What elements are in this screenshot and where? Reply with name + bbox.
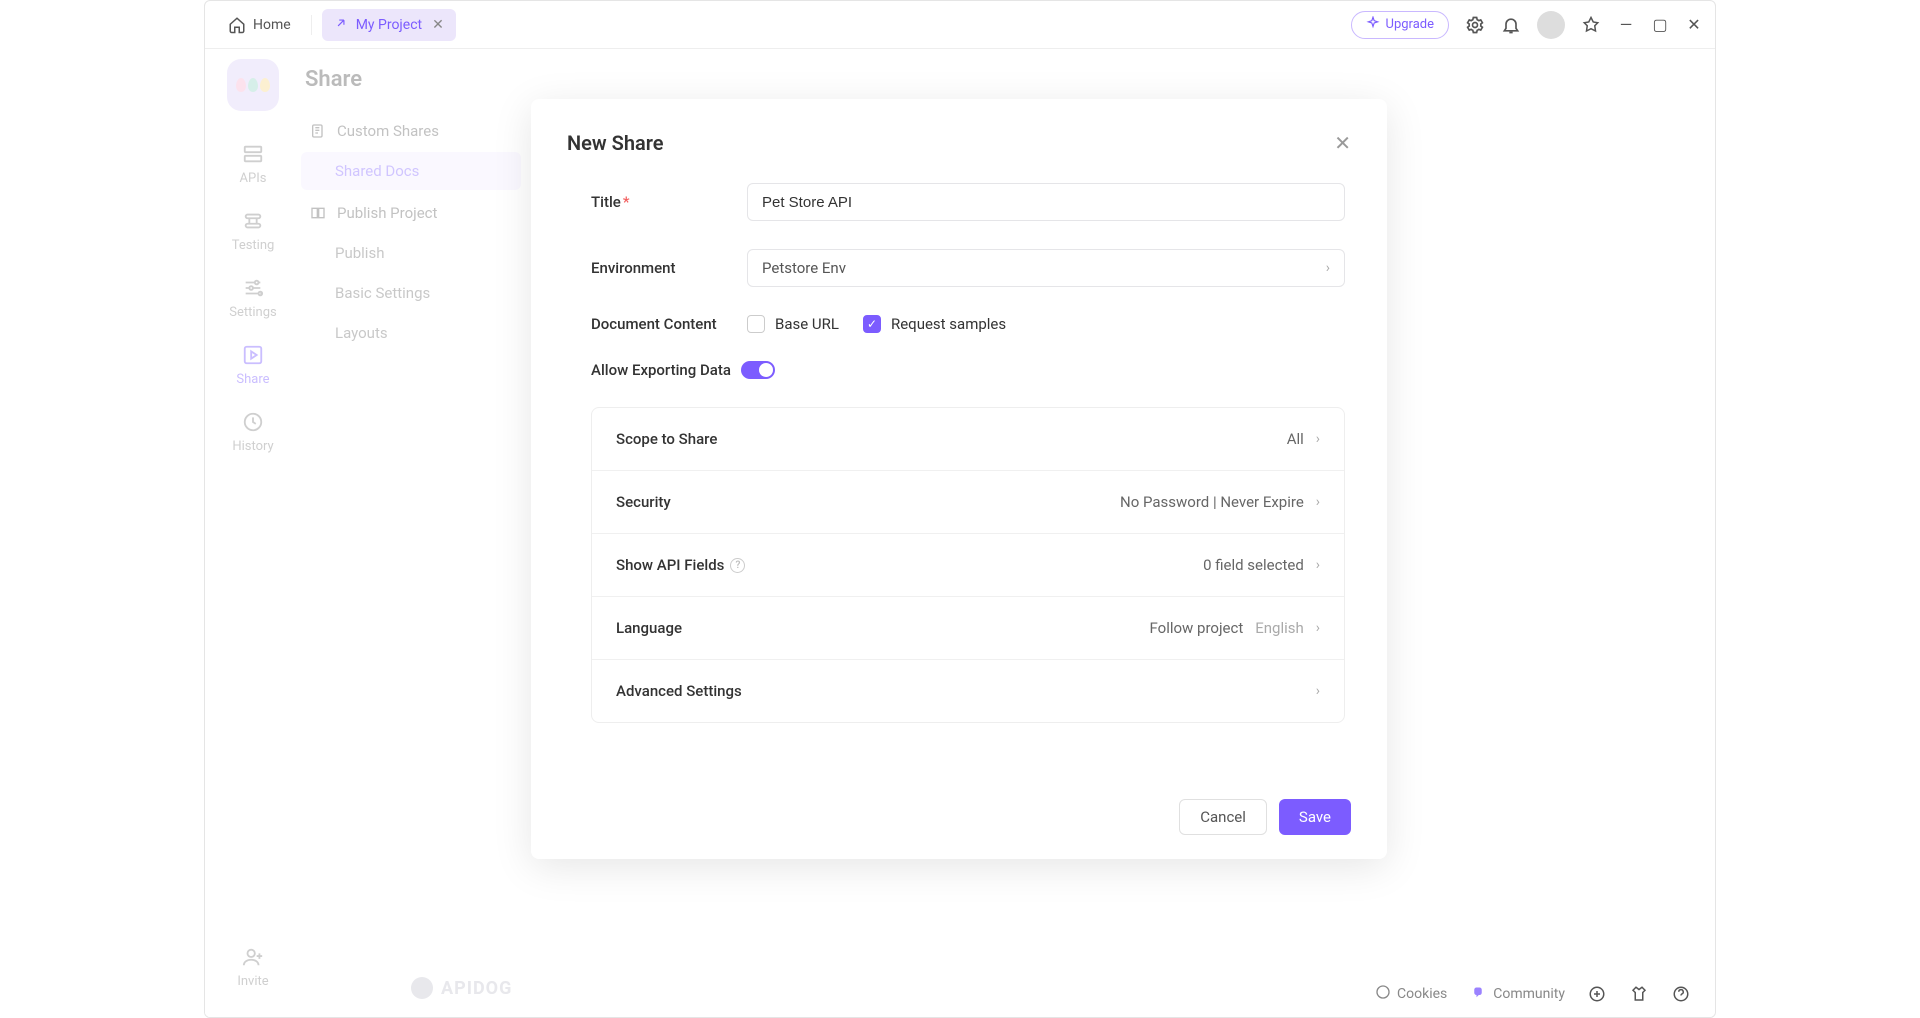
modal-close-button[interactable]: ✕ [1334,131,1351,155]
setting-value: Follow project [1150,619,1244,637]
checkbox-checked-icon: ✓ [863,315,881,333]
tab-home[interactable]: Home [217,9,301,41]
tab-close-icon[interactable]: ✕ [432,17,444,33]
setting-advanced[interactable]: Advanced Settings › [592,660,1344,722]
checkbox-request-samples[interactable]: ✓ Request samples [863,315,1006,333]
cookie-icon [1375,984,1391,1004]
tab-project[interactable]: My Project ✕ [322,9,456,41]
environment-value: Petstore Env [762,259,846,277]
checkbox-label: Request samples [891,315,1006,333]
community-icon [1469,983,1487,1005]
title-input[interactable] [747,183,1345,221]
help-icon[interactable] [1671,984,1691,1004]
save-button[interactable]: Save [1279,799,1351,835]
status-community[interactable]: Community [1469,983,1565,1005]
external-link-icon [334,16,348,34]
checkbox-base-url[interactable]: Base URL [747,315,839,333]
setting-label: Advanced Settings [616,682,742,700]
setting-value: 0 field selected [1203,556,1304,574]
modal-title: New Share [567,131,664,155]
allow-export-toggle[interactable] [741,361,775,379]
home-icon [227,15,247,35]
setting-language[interactable]: Language Follow project English › [592,597,1344,660]
setting-show-fields[interactable]: Show API Fields ? 0 field selected › [592,534,1344,597]
gear-icon[interactable] [1465,15,1485,35]
upgrade-button[interactable]: Upgrade [1351,11,1449,39]
tab-project-label: My Project [356,17,422,33]
chevron-right-icon: › [1316,620,1320,636]
environment-select[interactable]: Petstore Env › [747,249,1345,287]
setting-security[interactable]: Security No Password | Never Expire › [592,471,1344,534]
chevron-right-icon: › [1316,683,1320,699]
sparkle-icon [1366,16,1380,34]
setting-value-secondary: English [1255,619,1304,637]
setting-value: All [1287,430,1304,448]
title-label: Title* [591,193,747,211]
environment-label: Environment [591,259,747,277]
setting-label: Security [616,493,671,511]
brand-watermark: APIDOG [411,977,512,999]
add-circle-icon[interactable] [1587,984,1607,1004]
titlebar: Home My Project ✕ Upgrade [205,1,1715,49]
status-cookies[interactable]: Cookies [1375,984,1447,1004]
bell-icon[interactable] [1501,15,1521,35]
settings-card: Scope to Share All › Security No Passwor… [591,407,1345,723]
setting-label: Language [616,619,682,637]
chevron-right-icon: › [1326,260,1330,276]
tab-home-label: Home [253,17,291,33]
checkbox-label: Base URL [775,315,839,333]
cancel-button[interactable]: Cancel [1179,799,1267,835]
avatar[interactable] [1537,11,1565,39]
status-bar: Cookies Community [1375,983,1691,1005]
setting-value: No Password | Never Expire [1120,493,1304,511]
chevron-right-icon: › [1316,494,1320,510]
help-icon: ? [730,558,745,573]
setting-label: Show API Fields ? [616,556,745,574]
pin-icon[interactable] [1581,15,1601,35]
new-share-modal: New Share ✕ Title* Environment Petstore … [531,99,1387,859]
minimize-button[interactable]: — [1617,15,1635,34]
checkbox-icon [747,315,765,333]
close-window-button[interactable]: ✕ [1685,15,1703,34]
upgrade-label: Upgrade [1386,17,1434,32]
paw-icon [411,977,433,999]
doc-content-label: Document Content [591,315,747,333]
setting-label: Scope to Share [616,430,717,448]
maximize-button[interactable]: ▢ [1651,15,1669,34]
allow-export-label: Allow Exporting Data [591,361,731,379]
chevron-right-icon: › [1316,557,1320,573]
setting-scope[interactable]: Scope to Share All › [592,408,1344,471]
chevron-right-icon: › [1316,431,1320,447]
shirt-icon[interactable] [1629,984,1649,1004]
